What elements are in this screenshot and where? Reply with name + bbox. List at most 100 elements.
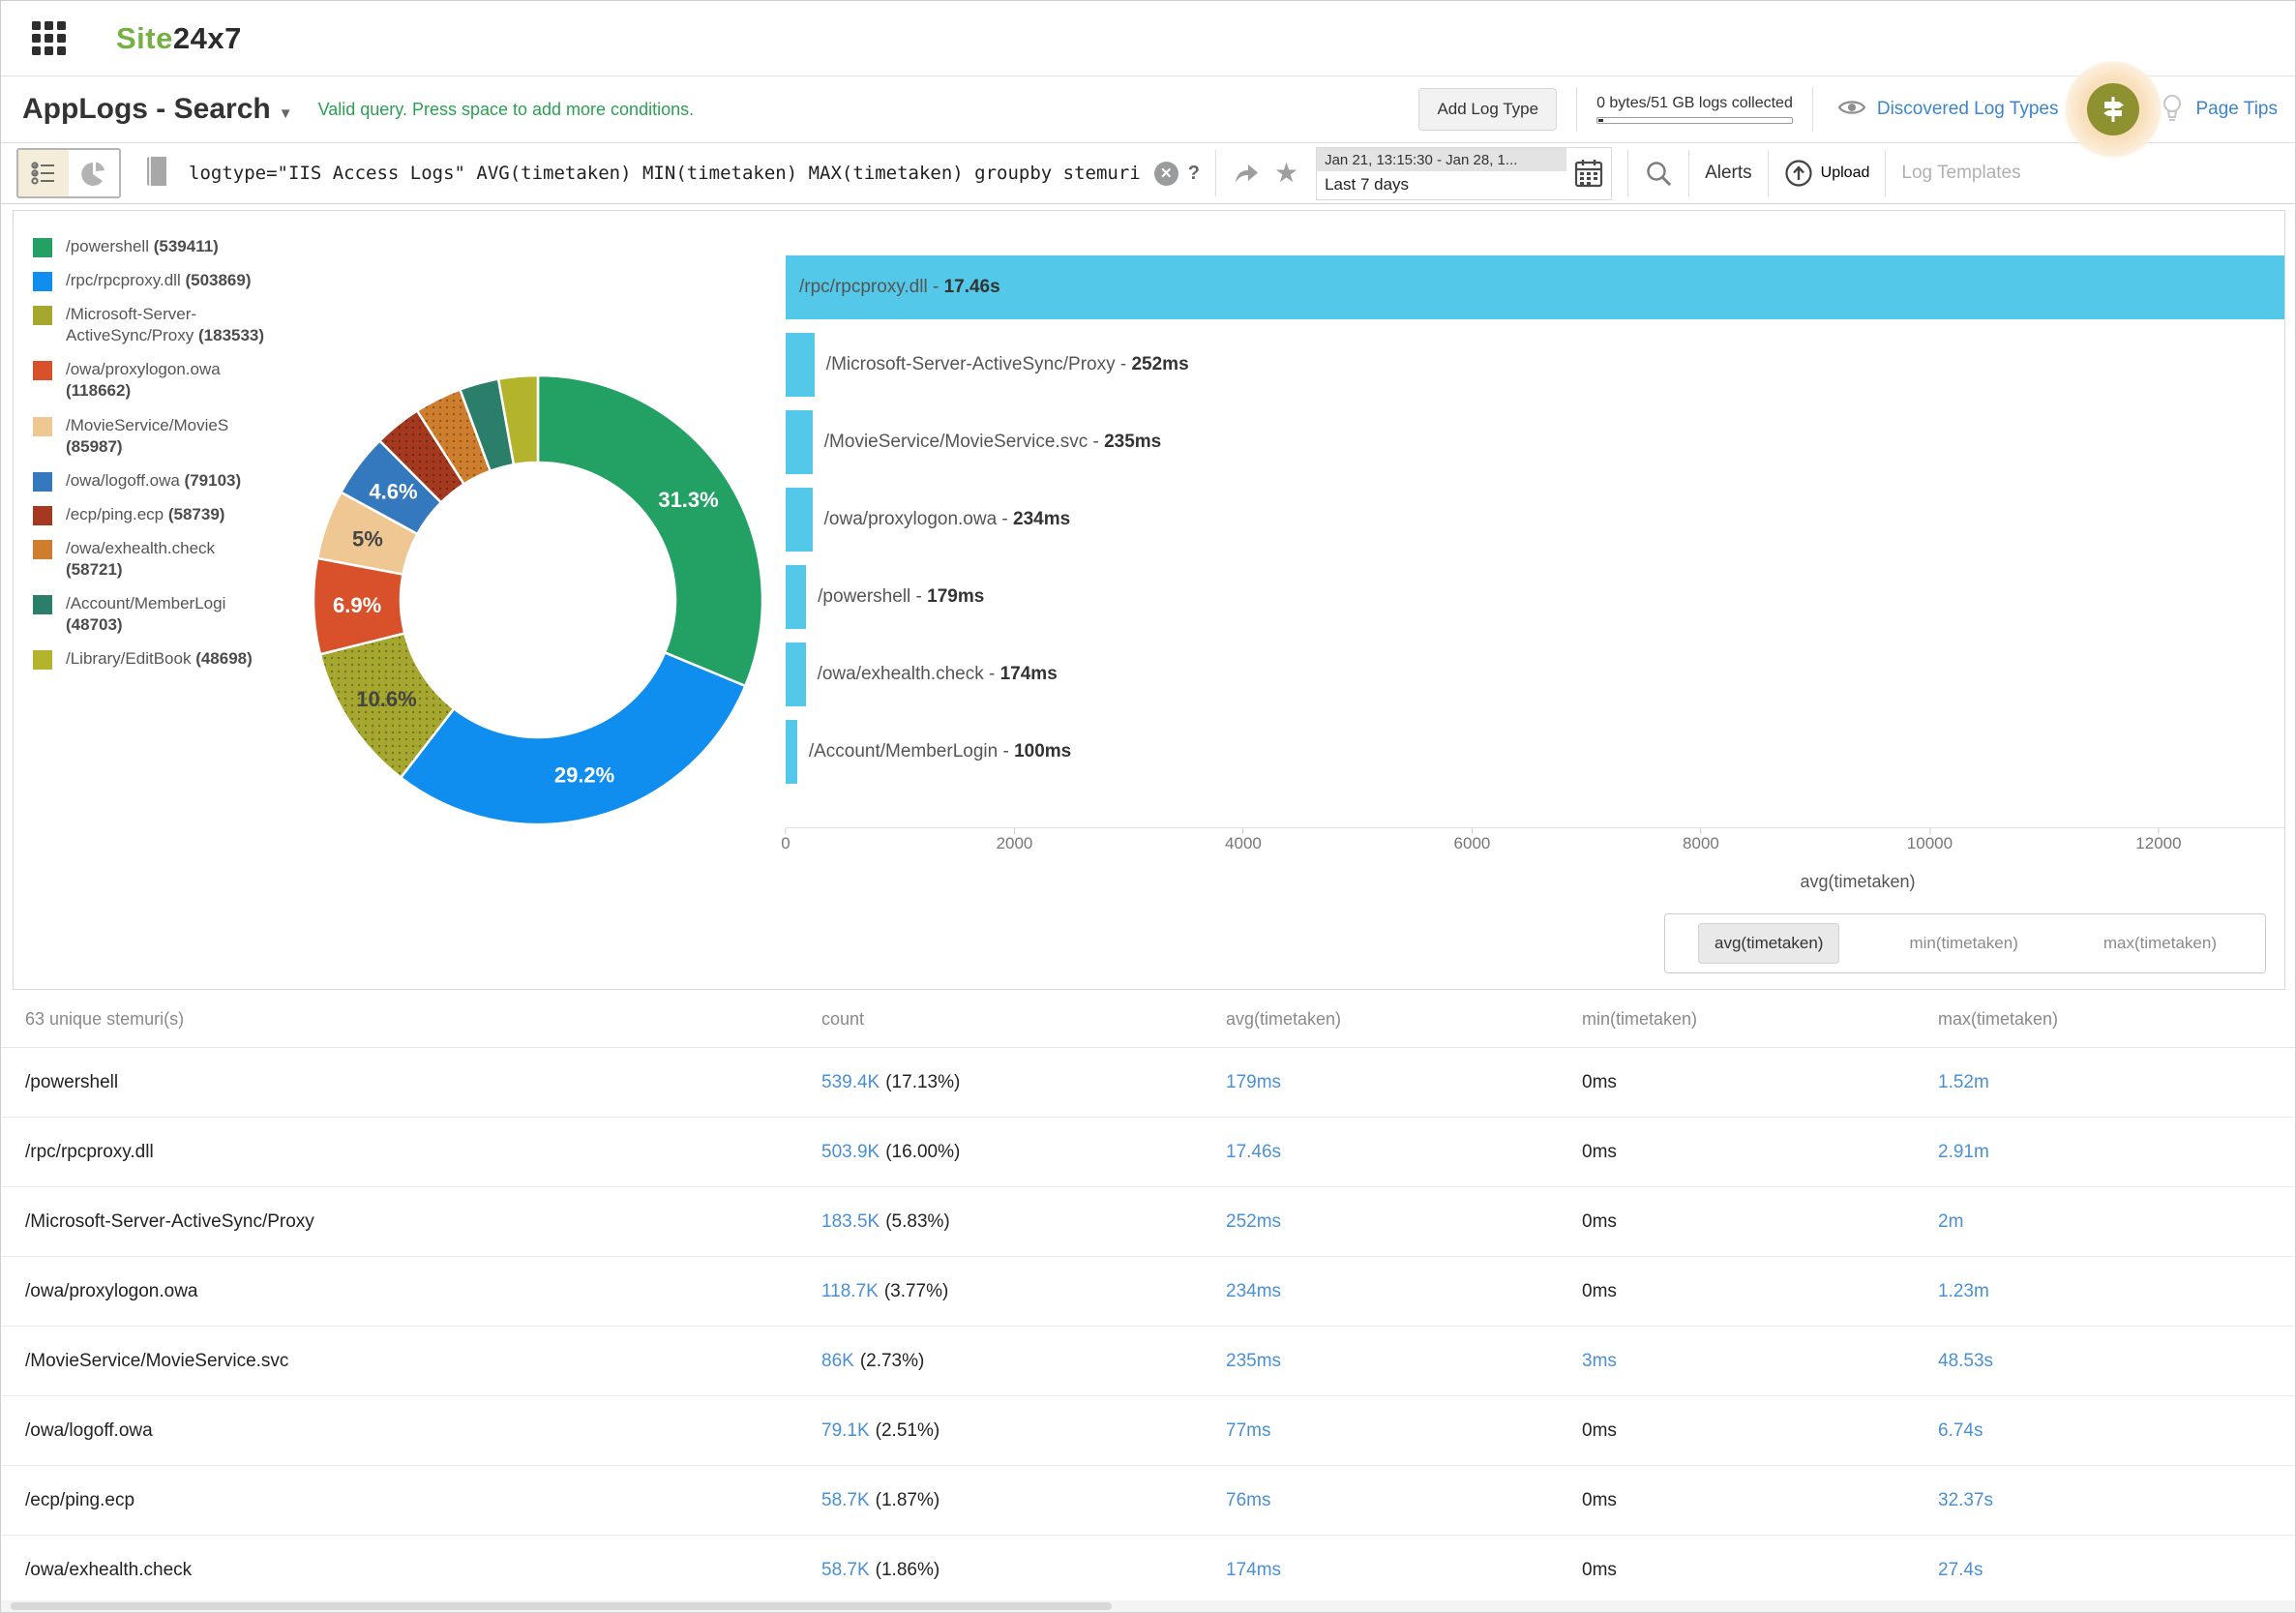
col-min[interactable]: min(timetaken) bbox=[1582, 1009, 1938, 1030]
avg-value[interactable]: 179ms bbox=[1226, 1072, 1582, 1093]
bar-row: /owa/proxylogon.owa - 234ms bbox=[786, 488, 2284, 552]
donut-slice[interactable] bbox=[399, 650, 747, 826]
share-query-icon[interactable] bbox=[1232, 159, 1261, 188]
saved-queries-book-icon[interactable] bbox=[142, 155, 171, 193]
legend-item[interactable]: /ecp/ping.ecp (58739) bbox=[33, 504, 275, 525]
max-value[interactable]: 32.37s bbox=[1938, 1490, 2295, 1511]
table-row[interactable]: /owa/logoff.owa 79.1K (2.51%) 77ms 0ms 6.74s bbox=[1, 1396, 2295, 1466]
table-row[interactable]: /Microsoft-Server-ActiveSync/Proxy 183.5K… bbox=[1, 1187, 2295, 1257]
eye-icon[interactable] bbox=[1836, 92, 1867, 128]
legend-item[interactable]: /rpc/rpcproxy.dll (503869) bbox=[33, 270, 275, 292]
legend-item[interactable]: /owa/proxylogon.owa (118662) bbox=[33, 359, 275, 402]
search-query-input[interactable]: logtype="IIS Access Logs" AVG(timetaken)… bbox=[189, 163, 1141, 184]
add-log-type-button[interactable]: Add Log Type bbox=[1418, 88, 1558, 131]
list-view-icon[interactable] bbox=[18, 150, 69, 196]
min-value[interactable]: 3ms bbox=[1582, 1351, 1938, 1372]
date-range-picker[interactable]: Jan 21, 13:15:30 - Jan 28, 1... Last 7 d… bbox=[1316, 146, 1613, 200]
legend-item[interactable]: /powershell (539411) bbox=[33, 236, 275, 257]
metric-toggle-min[interactable]: min(timetaken) bbox=[1893, 924, 2033, 963]
app-launcher-icon[interactable] bbox=[32, 21, 66, 55]
table-row[interactable]: /ecp/ping.ecp 58.7K (1.87%) 76ms 0ms 32.37s bbox=[1, 1466, 2295, 1536]
count-value[interactable]: 58.7K (1.87%) bbox=[821, 1490, 1226, 1511]
col-max[interactable]: max(timetaken) bbox=[1938, 1009, 2295, 1030]
bar[interactable] bbox=[786, 642, 806, 706]
bar[interactable] bbox=[786, 565, 807, 629]
favorite-star-icon[interactable]: ★ bbox=[1274, 160, 1298, 187]
donut-slice[interactable] bbox=[536, 373, 764, 688]
avg-value[interactable]: 17.46s bbox=[1226, 1142, 1582, 1163]
min-value: 0ms bbox=[1582, 1559, 1617, 1580]
legend-item[interactable]: /MovieService/MovieS (85987) bbox=[33, 415, 275, 458]
count-value[interactable]: 79.1K (2.51%) bbox=[821, 1420, 1226, 1442]
bar-label: /owa/exhealth.check - 174ms bbox=[817, 664, 1058, 684]
legend-swatch bbox=[33, 306, 52, 326]
legend-item[interactable]: /Microsoft-Server-ActiveSync/Proxy (1835… bbox=[33, 304, 275, 346]
bar[interactable] bbox=[786, 720, 797, 784]
col-count[interactable]: count bbox=[821, 1009, 1226, 1030]
table-row[interactable]: /rpc/rpcproxy.dll 503.9K (16.00%) 17.46s 0ms… bbox=[1, 1118, 2295, 1187]
avg-value[interactable]: 235ms bbox=[1226, 1351, 1582, 1372]
avg-value[interactable]: 174ms bbox=[1226, 1560, 1582, 1581]
query-help-icon[interactable]: ? bbox=[1188, 163, 1200, 185]
avg-value[interactable]: 77ms bbox=[1226, 1420, 1582, 1442]
donut-chart: 31.3% 29.2% 10.6% 6.9% 5% 4.6% bbox=[312, 373, 764, 826]
max-value[interactable]: 2.91m bbox=[1938, 1142, 2295, 1163]
alerts-button[interactable]: Alerts bbox=[1705, 163, 1752, 184]
legend-swatch bbox=[33, 650, 52, 671]
bar[interactable] bbox=[786, 410, 813, 474]
count-value[interactable]: 539.4K (17.13%) bbox=[821, 1072, 1226, 1093]
upload-button[interactable]: Upload bbox=[1784, 159, 1869, 188]
chart-view-icon[interactable] bbox=[69, 150, 119, 196]
avg-value[interactable]: 234ms bbox=[1226, 1281, 1582, 1302]
max-value[interactable]: 48.53s bbox=[1938, 1351, 2295, 1372]
col-avg[interactable]: avg(timetaken) bbox=[1226, 1009, 1582, 1030]
search-icon[interactable] bbox=[1644, 159, 1673, 188]
metric-toggle-max[interactable]: max(timetaken) bbox=[2088, 924, 2232, 963]
table-row[interactable]: /owa/proxylogon.owa 118.7K (3.77%) 234ms 0ms… bbox=[1, 1257, 2295, 1327]
count-value[interactable]: 183.5K (5.83%) bbox=[821, 1211, 1226, 1233]
max-value[interactable]: 1.52m bbox=[1938, 1072, 2295, 1093]
legend-label: /rpc/rpcproxy.dll (503869) bbox=[66, 271, 252, 290]
page-title-dropdown[interactable]: AppLogs - Search ▼ bbox=[22, 93, 293, 126]
bar-label: /Account/MemberLogin - 100ms bbox=[808, 741, 1072, 762]
count-value[interactable]: 503.9K (16.00%) bbox=[821, 1142, 1226, 1163]
max-value[interactable]: 2m bbox=[1938, 1211, 2295, 1233]
log-templates-button[interactable]: Log Templates bbox=[1901, 163, 2020, 184]
legend-item[interactable]: /Library/EditBook (48698) bbox=[33, 648, 275, 671]
count-value[interactable]: 86K (2.73%) bbox=[821, 1351, 1226, 1372]
stemuri-name: /owa/exhealth.check bbox=[25, 1559, 193, 1580]
site24x7-logo[interactable]: Site24x7 bbox=[116, 21, 242, 56]
table-row[interactable]: /MovieService/MovieService.svc 86K (2.73%)… bbox=[1, 1327, 2295, 1396]
legend-label: /Microsoft-Server-ActiveSync/Proxy (1835… bbox=[66, 305, 265, 345]
donut-percent-label: 4.6% bbox=[369, 479, 417, 503]
legend-item[interactable]: /owa/exhealth.check (58721) bbox=[33, 538, 275, 581]
avg-value[interactable]: 252ms bbox=[1226, 1211, 1582, 1233]
discovered-log-types-link[interactable]: Discovered Log Types bbox=[1877, 99, 2059, 120]
avg-value[interactable]: 76ms bbox=[1226, 1490, 1582, 1511]
bar[interactable] bbox=[786, 488, 813, 552]
metric-toggle-avg[interactable]: avg(timetaken) bbox=[1698, 923, 1840, 964]
x-axis-tick: 2000 bbox=[997, 828, 1032, 853]
clear-query-icon[interactable]: ✕ bbox=[1153, 161, 1178, 186]
min-value: 0ms bbox=[1582, 1210, 1617, 1232]
donut-percent-label: 5% bbox=[352, 527, 383, 552]
count-value[interactable]: 118.7K (3.77%) bbox=[821, 1281, 1226, 1302]
page-tips-link[interactable]: Page Tips bbox=[2196, 99, 2279, 120]
max-value[interactable]: 1.23m bbox=[1938, 1281, 2295, 1302]
bar[interactable] bbox=[786, 333, 815, 397]
legend-item[interactable]: /Account/MemberLogi (48703) bbox=[33, 593, 275, 636]
count-value[interactable]: 58.7K (1.86%) bbox=[821, 1560, 1226, 1581]
bar[interactable] bbox=[786, 255, 2284, 319]
table-row[interactable]: /owa/exhealth.check 58.7K (1.86%) 174ms 0ms 2… bbox=[1, 1536, 2295, 1605]
results-table: 63 unique stemuri(s) count avg(timetaken… bbox=[1, 992, 2295, 1605]
calendar-icon[interactable] bbox=[1566, 147, 1612, 199]
horizontal-scrollbar[interactable] bbox=[1, 1600, 2295, 1612]
table-row[interactable]: /powershell 539.4K (17.13%) 179ms 0ms 1.52m bbox=[1, 1048, 2295, 1118]
min-value: 0ms bbox=[1582, 1071, 1617, 1092]
max-value[interactable]: 27.4s bbox=[1938, 1560, 2295, 1581]
max-value[interactable]: 6.74s bbox=[1938, 1420, 2295, 1442]
page-tips-highlight[interactable] bbox=[2064, 61, 2162, 158]
legend-swatch bbox=[33, 505, 52, 525]
legend-item[interactable]: /owa/logoff.owa (79103) bbox=[33, 470, 275, 492]
lightbulb-icon[interactable] bbox=[2156, 91, 2189, 129]
